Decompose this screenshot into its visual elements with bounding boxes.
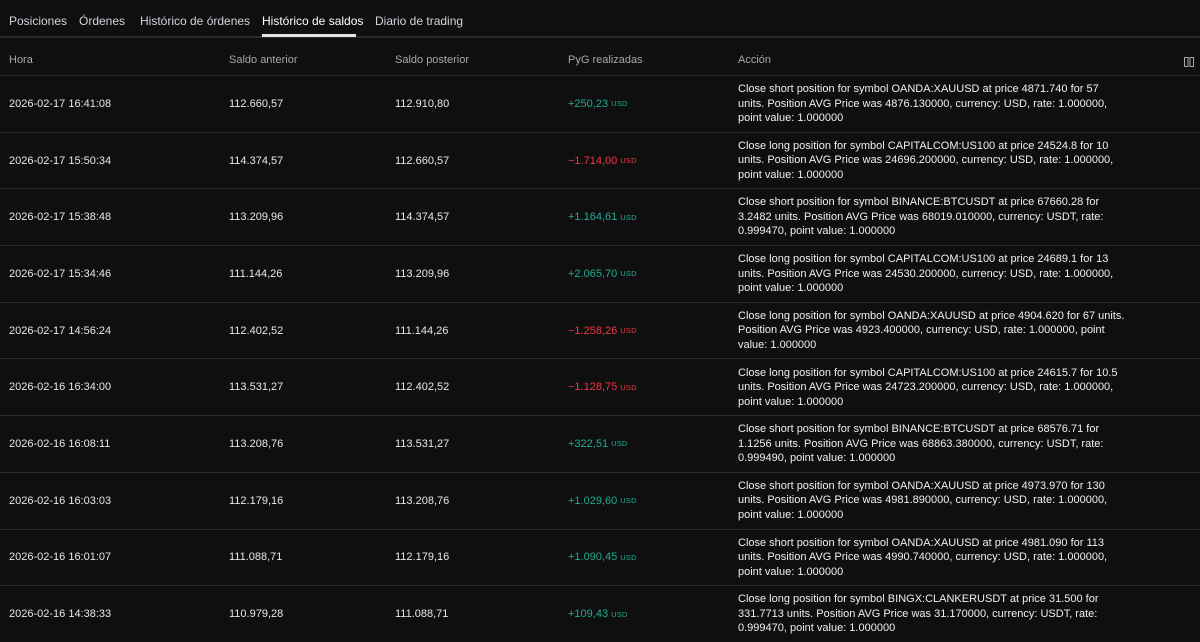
- pnl-value: +2.065,70: [568, 267, 618, 280]
- cell-pyg: +2.065,70 USD: [568, 246, 637, 302]
- cell-saldo-posterior: 113.208,76: [395, 494, 450, 507]
- cell-hora: 2026-02-17 16:41:08: [9, 97, 112, 110]
- cell-saldo-posterior: 111.144,26: [395, 324, 449, 337]
- cell-saldo-anterior: 112.402,52: [229, 324, 284, 337]
- cell-accion: Close short position for symbol BINANCE:…: [738, 196, 1104, 238]
- cell-hora: 2026-02-16 14:38:33: [9, 608, 112, 621]
- cell-saldo-anterior: 113.209,96: [229, 211, 284, 224]
- cell-accion: Close long position for symbol BINGX:CLA…: [738, 593, 1099, 635]
- cell-saldo-anterior: 112.660,57: [229, 97, 284, 110]
- cell-saldo-anterior: 111.088,71: [229, 551, 283, 564]
- column-header-saldo-posterior[interactable]: Saldo posterior: [395, 54, 469, 66]
- table-row[interactable]: 2026-02-17 15:38:48 113.209,96 114.374,57 +…: [0, 189, 1200, 247]
- cell-accion: Close short position for symbol OANDA:XA…: [738, 479, 1108, 521]
- table-row[interactable]: 2026-02-17 14:56:24 112.402,52 111.144,26 −…: [0, 303, 1200, 360]
- pnl-currency: USD: [620, 326, 637, 336]
- cell-saldo-anterior: 114.374,57: [229, 154, 284, 167]
- pnl-currency: USD: [620, 212, 637, 222]
- cell-accion: Close short position for symbol BINANCE:…: [738, 423, 1104, 465]
- cell-saldo-posterior: 111.088,71: [395, 608, 449, 621]
- cell-accion: Close short position for symbol OANDA:XA…: [738, 536, 1108, 578]
- cell-pyg: +109,43 USD: [568, 586, 628, 642]
- cell-saldo-posterior: 112.402,52: [395, 381, 450, 394]
- table-row[interactable]: 2026-02-16 16:03:03 112.179,16 113.208,76 +…: [0, 473, 1200, 530]
- column-header-saldo-anterior[interactable]: Saldo anterior: [229, 54, 298, 66]
- table-row[interactable]: 2026-02-17 15:34:46 111.144,26 113.209,96 +…: [0, 246, 1200, 303]
- tab-historico-ordenes[interactable]: Histórico de órdenes: [140, 14, 250, 28]
- cell-accion: Close long position for symbol OANDA:XAU…: [738, 309, 1125, 351]
- cell-saldo-posterior: 113.531,27: [395, 437, 450, 450]
- cell-pyg: +1.029,60 USD: [568, 473, 637, 529]
- cell-hora: 2026-02-16 16:08:11: [9, 437, 111, 450]
- table-body: 2026-02-17 16:41:08 112.660,57 112.910,80 +…: [0, 76, 1200, 642]
- cell-hora: 2026-02-16 16:03:03: [9, 494, 112, 507]
- pnl-value: −1.714,00: [568, 154, 618, 167]
- cell-saldo-anterior: 111.144,26: [229, 267, 283, 280]
- pnl-value: −1.128,75: [568, 381, 618, 394]
- pnl-value: −1.258,26: [568, 324, 618, 337]
- cell-saldo-posterior: 112.179,16: [395, 551, 450, 564]
- column-settings-icon[interactable]: [1184, 54, 1194, 67]
- pnl-currency: USD: [620, 552, 637, 562]
- table-row[interactable]: 2026-02-17 16:41:08 112.660,57 112.910,80 +…: [0, 76, 1200, 133]
- table-row[interactable]: 2026-02-17 15:50:34 114.374,57 112.660,57 −…: [0, 133, 1200, 190]
- cell-pyg: +322,51 USD: [568, 416, 628, 472]
- pnl-currency: USD: [620, 382, 637, 392]
- tab-diario-trading[interactable]: Diario de trading: [375, 14, 463, 28]
- cell-saldo-anterior: 110.979,28: [229, 608, 284, 621]
- pnl-currency: USD: [611, 609, 628, 619]
- cell-saldo-posterior: 113.209,96: [395, 267, 450, 280]
- cell-hora: 2026-02-16 16:34:00: [9, 381, 112, 394]
- cell-saldo-anterior: 112.179,16: [229, 494, 284, 507]
- cell-hora: 2026-02-17 15:50:34: [9, 154, 112, 167]
- pnl-currency: USD: [611, 99, 628, 109]
- active-tab-indicator: [262, 34, 356, 37]
- table-row[interactable]: 2026-02-16 16:01:07 111.088,71 112.179,16 +…: [0, 530, 1200, 587]
- cell-saldo-posterior: 114.374,57: [395, 211, 450, 224]
- pnl-currency: USD: [611, 439, 628, 449]
- balance-history-panel: Posiciones Órdenes Histórico de órdenes …: [0, 0, 1200, 642]
- cell-accion: Close short position for symbol OANDA:XA…: [738, 83, 1108, 125]
- tab-posiciones[interactable]: Posiciones: [9, 14, 67, 28]
- pnl-value: +322,51: [568, 437, 609, 450]
- cell-hora: 2026-02-17 15:34:46: [9, 267, 112, 280]
- pnl-currency: USD: [620, 156, 637, 166]
- cell-saldo-anterior: 113.531,27: [229, 381, 284, 394]
- pnl-value: +1.090,45: [568, 551, 618, 564]
- column-header-accion[interactable]: Acción: [738, 54, 771, 66]
- pnl-currency: USD: [620, 269, 637, 279]
- table-row[interactable]: 2026-02-16 16:08:11 113.208,76 113.531,27 +…: [0, 416, 1200, 473]
- cell-pyg: +1.090,45 USD: [568, 530, 637, 586]
- cell-saldo-anterior: 113.208,76: [229, 437, 284, 450]
- cell-pyg: +250,23 USD: [568, 76, 628, 132]
- table-row[interactable]: 2026-02-16 14:38:33 110.979,28 111.088,71 +…: [0, 586, 1200, 642]
- cell-pyg: −1.258,26 USD: [568, 303, 637, 359]
- pnl-currency: USD: [620, 496, 637, 506]
- pnl-value: +250,23: [568, 97, 609, 110]
- pnl-value: +109,43: [568, 608, 609, 621]
- cell-saldo-posterior: 112.910,80: [395, 97, 450, 110]
- cell-accion: Close long position for symbol CAPITALCO…: [738, 139, 1114, 181]
- pnl-value: +1.029,60: [568, 494, 618, 507]
- tab-bar: Posiciones Órdenes Histórico de órdenes …: [0, 0, 1200, 38]
- cell-pyg: −1.714,00 USD: [568, 133, 637, 189]
- column-header-pyg[interactable]: PyG realizadas: [568, 54, 643, 66]
- table-header: Hora Saldo anterior Saldo posterior PyG …: [0, 38, 1200, 76]
- cell-hora: 2026-02-17 14:56:24: [9, 324, 112, 337]
- cell-pyg: −1.128,75 USD: [568, 359, 637, 415]
- column-header-hora[interactable]: Hora: [9, 54, 33, 66]
- cell-hora: 2026-02-16 16:01:07: [9, 551, 112, 564]
- cell-saldo-posterior: 112.660,57: [395, 154, 450, 167]
- cell-accion: Close long position for symbol CAPITALCO…: [738, 366, 1118, 408]
- tab-ordenes[interactable]: Órdenes: [79, 14, 125, 28]
- tab-historico-saldos[interactable]: Histórico de saldos: [262, 14, 363, 28]
- cell-accion: Close long position for symbol CAPITALCO…: [738, 253, 1114, 295]
- cell-pyg: +1.164,61 USD: [568, 189, 637, 245]
- pnl-value: +1.164,61: [568, 211, 618, 224]
- cell-hora: 2026-02-17 15:38:48: [9, 211, 112, 224]
- table-row[interactable]: 2026-02-16 16:34:00 113.531,27 112.402,52 −…: [0, 359, 1200, 417]
